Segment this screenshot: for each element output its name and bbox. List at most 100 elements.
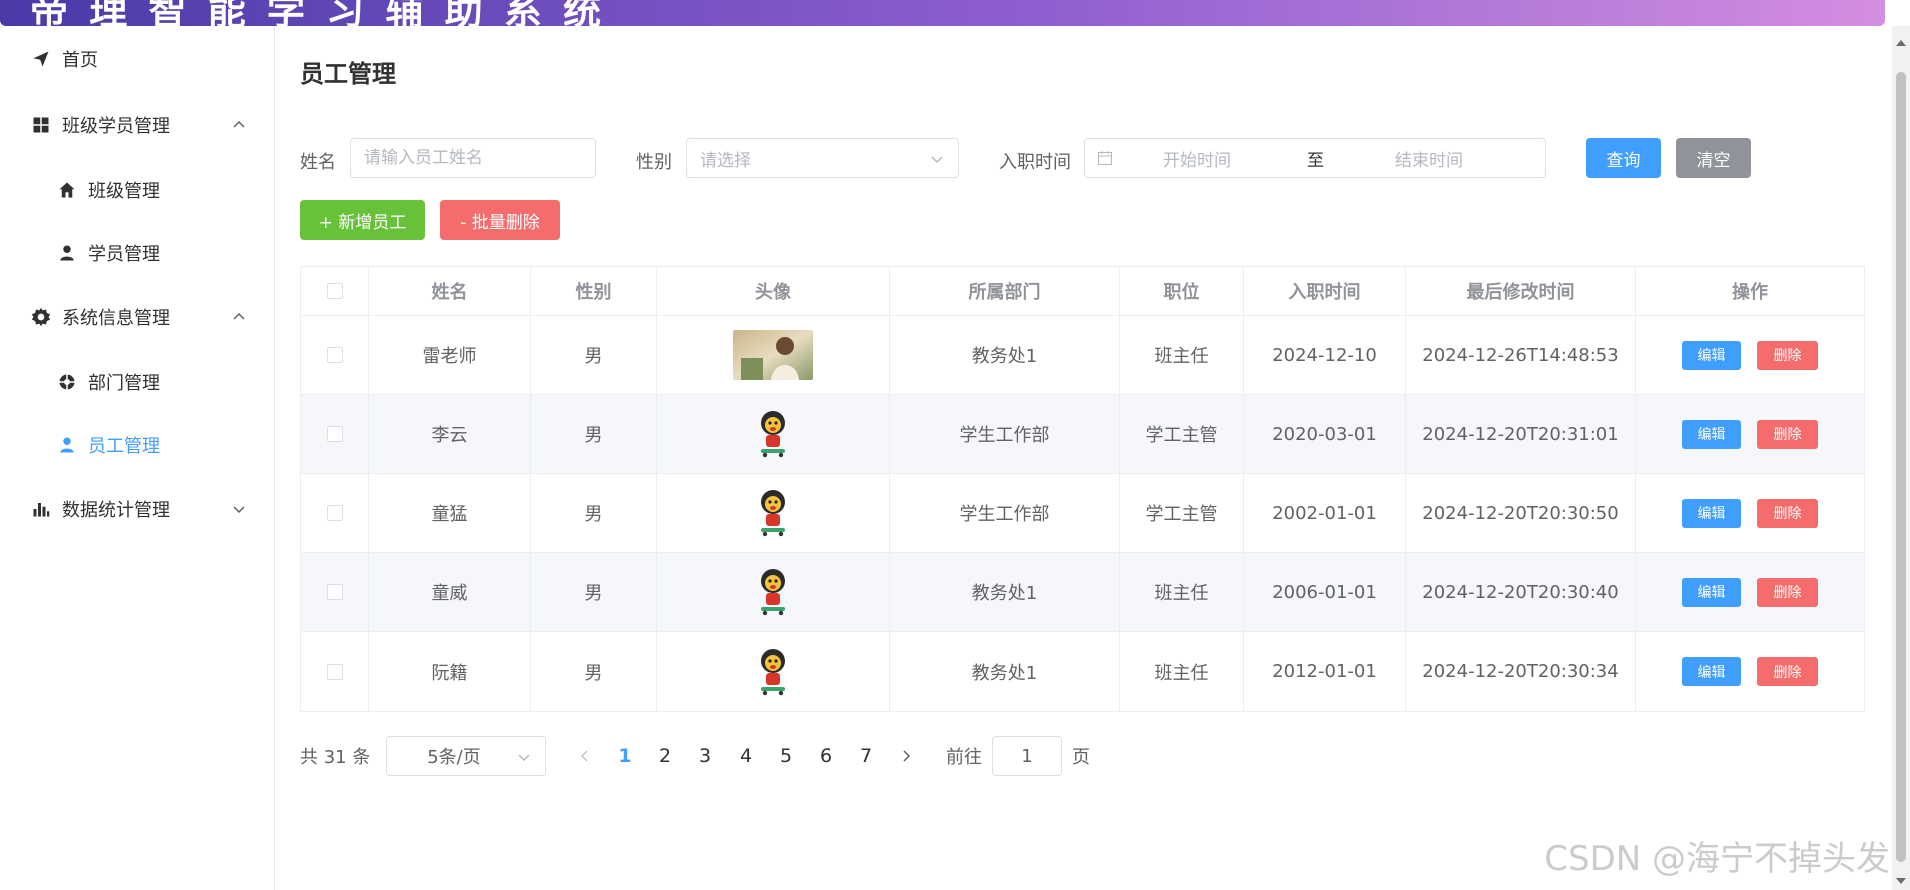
delete-button[interactable]: 删除 [1757,498,1818,528]
table-cell: 教务处1 [890,316,1120,394]
scroll-down-arrow-icon[interactable] [1896,878,1906,884]
table-cell: 男 [531,474,657,552]
row-checkbox[interactable] [326,663,343,680]
scroll-up-arrow-icon[interactable] [1896,40,1906,46]
row-actions: 编辑 删除 [1682,657,1818,686]
table-cell: 2002-01-01 [1244,474,1406,552]
row-checkbox[interactable] [326,505,343,521]
sidebar-item-employee-manage[interactable]: 员工管理 [0,413,274,476]
table-cell [301,553,369,631]
row-checkbox[interactable] [326,347,343,363]
add-employee-button[interactable]: + 新增员工 [300,200,425,240]
employee-position: 学工主管 [1145,425,1218,446]
page-number[interactable]: 7 [851,736,881,776]
table-cell: 班主任 [1120,316,1244,394]
chevron-right-icon [903,750,911,762]
delete-button[interactable]: 删除 [1757,340,1818,370]
user-icon [56,242,78,264]
date-filter-label: 入职时间 [999,152,1071,173]
table-cell: 童威 [369,553,531,631]
table-cell: 教务处1 [890,632,1120,711]
sidebar-item-statistics[interactable]: 数据统计管理 [0,476,274,542]
page-number[interactable]: 6 [811,736,841,776]
calendar-icon [1098,151,1112,165]
edit-button[interactable]: 编辑 [1682,657,1741,686]
employee-department: 教务处1 [971,583,1038,604]
sidebar-item-student-manage[interactable]: 学员管理 [0,221,274,284]
app-title: 帝 理 智 能 学 习 辅 助 系 统 [30,0,606,26]
next-page-button[interactable] [891,736,921,776]
employee-table: 姓名 性别 头像 所属部门 职位 入职时间 最后修改时间 操作 雷老师男教务处1… [300,266,1865,712]
table-cell: 学生工作部 [890,395,1120,473]
employee-name: 阮籍 [431,662,468,684]
gender-select[interactable]: 请选择 [686,138,959,178]
employee-position: 班主任 [1154,662,1209,684]
sidebar-item-system-info[interactable]: 系统信息管理 [0,284,274,350]
employee-gender: 男 [584,583,603,604]
employee-name: 李云 [431,425,468,446]
date-end-input[interactable]: 结束时间 [1395,146,1463,171]
table-row: 雷老师 男 教务处1 班主任 2024-12-10 2024-12-26T14:48:53… [301,316,1864,395]
sidebar-item-department-manage[interactable]: 部门管理 [0,350,274,413]
sidebar-item-label: 班级管理 [88,180,160,202]
row-checkbox[interactable] [326,584,343,600]
column-header: 头像 [657,267,890,315]
table-cell: 2012-01-01 [1244,632,1406,711]
edit-button[interactable]: 编辑 [1682,498,1741,528]
table-body: 雷老师男教务处1 班主任 2024-12-10 2024-12-26T14:48:53… [301,316,1864,711]
page-size-select[interactable]: 5条/页 [386,736,546,776]
table-cell: 阮籍 [369,632,531,711]
edit-button[interactable]: 编辑 [1682,577,1741,607]
scrollbar-thumb[interactable] [1896,72,1906,862]
employee-name: 雷老师 [422,346,477,367]
entry-date-range-picker[interactable]: 开始时间 至 结束时间 [1084,138,1546,178]
table-cell: 班主任 [1120,553,1244,631]
home-icon [56,179,78,201]
batch-delete-button[interactable]: - 批量删除 [440,200,560,240]
table-row: 阮籍 男 教务处1 班主任 2012-01-01 2024-12-20T20:30:34 编… [301,632,1864,711]
header-bar: 帝 理 智 能 学 习 辅 助 系 统 [0,0,1885,26]
page-scrollbar[interactable] [1892,26,1910,890]
column-header: 入职时间 [1244,267,1406,315]
table-cell: 编辑 删除 [1636,316,1864,394]
edit-button[interactable]: 编辑 [1682,419,1741,449]
delete-button[interactable]: 删除 [1757,577,1818,607]
table-cell: 2006-01-01 [1244,553,1406,631]
goto-page-input[interactable]: 1 [992,736,1062,776]
delete-button[interactable]: 删除 [1757,419,1818,449]
table-cell [657,395,890,473]
table-row: 童威 男 教务处1 班主任 2006-01-01 2024-12-20T20:30:40 编… [301,553,1864,632]
table-cell [657,316,890,394]
table-row: 童猛 男 学生工作部 学工主管 2002-01-01 2024-12-20T20:30:5… [301,474,1864,553]
sidebar-item-class-student[interactable]: 班级学员管理 [0,92,274,158]
table-cell: 2020-03-01 [1244,395,1406,473]
table-cell: 学工主管 [1120,474,1244,552]
delete-button[interactable]: 删除 [1757,657,1818,686]
sidebar-item-class-manage[interactable]: 班级管理 [0,158,274,221]
search-button[interactable]: 查询 [1586,138,1661,178]
page-number[interactable]: 2 [650,736,680,776]
table-cell: 班主任 [1120,632,1244,711]
avatar-mascot [761,648,785,695]
select-all-checkbox[interactable] [326,283,343,299]
page-number[interactable]: 5 [771,736,801,776]
table-cell: 2024-12-20T20:30:40 [1406,553,1636,631]
row-actions: 编辑 删除 [1682,498,1818,528]
row-checkbox[interactable] [326,426,343,442]
sidebar-item-label: 班级学员管理 [62,116,170,137]
date-start-input[interactable]: 开始时间 [1163,146,1231,171]
date-range-separator: 至 [1307,150,1324,171]
page-number[interactable]: 1 [610,736,640,776]
employee-entry-date: 2002-01-01 [1272,502,1377,524]
grid-icon [30,114,52,136]
name-search-input[interactable] [350,138,596,178]
prev-page-button[interactable] [570,736,600,776]
page-number[interactable]: 4 [731,736,761,776]
table-cell [657,553,890,631]
page-number[interactable]: 3 [690,736,720,776]
sidebar-item-home[interactable]: 首页 [0,26,274,92]
clear-button[interactable]: 清空 [1676,138,1751,178]
table-cell: 编辑 删除 [1636,474,1864,552]
edit-button[interactable]: 编辑 [1682,340,1741,370]
employee-department: 学生工作部 [959,425,1050,446]
